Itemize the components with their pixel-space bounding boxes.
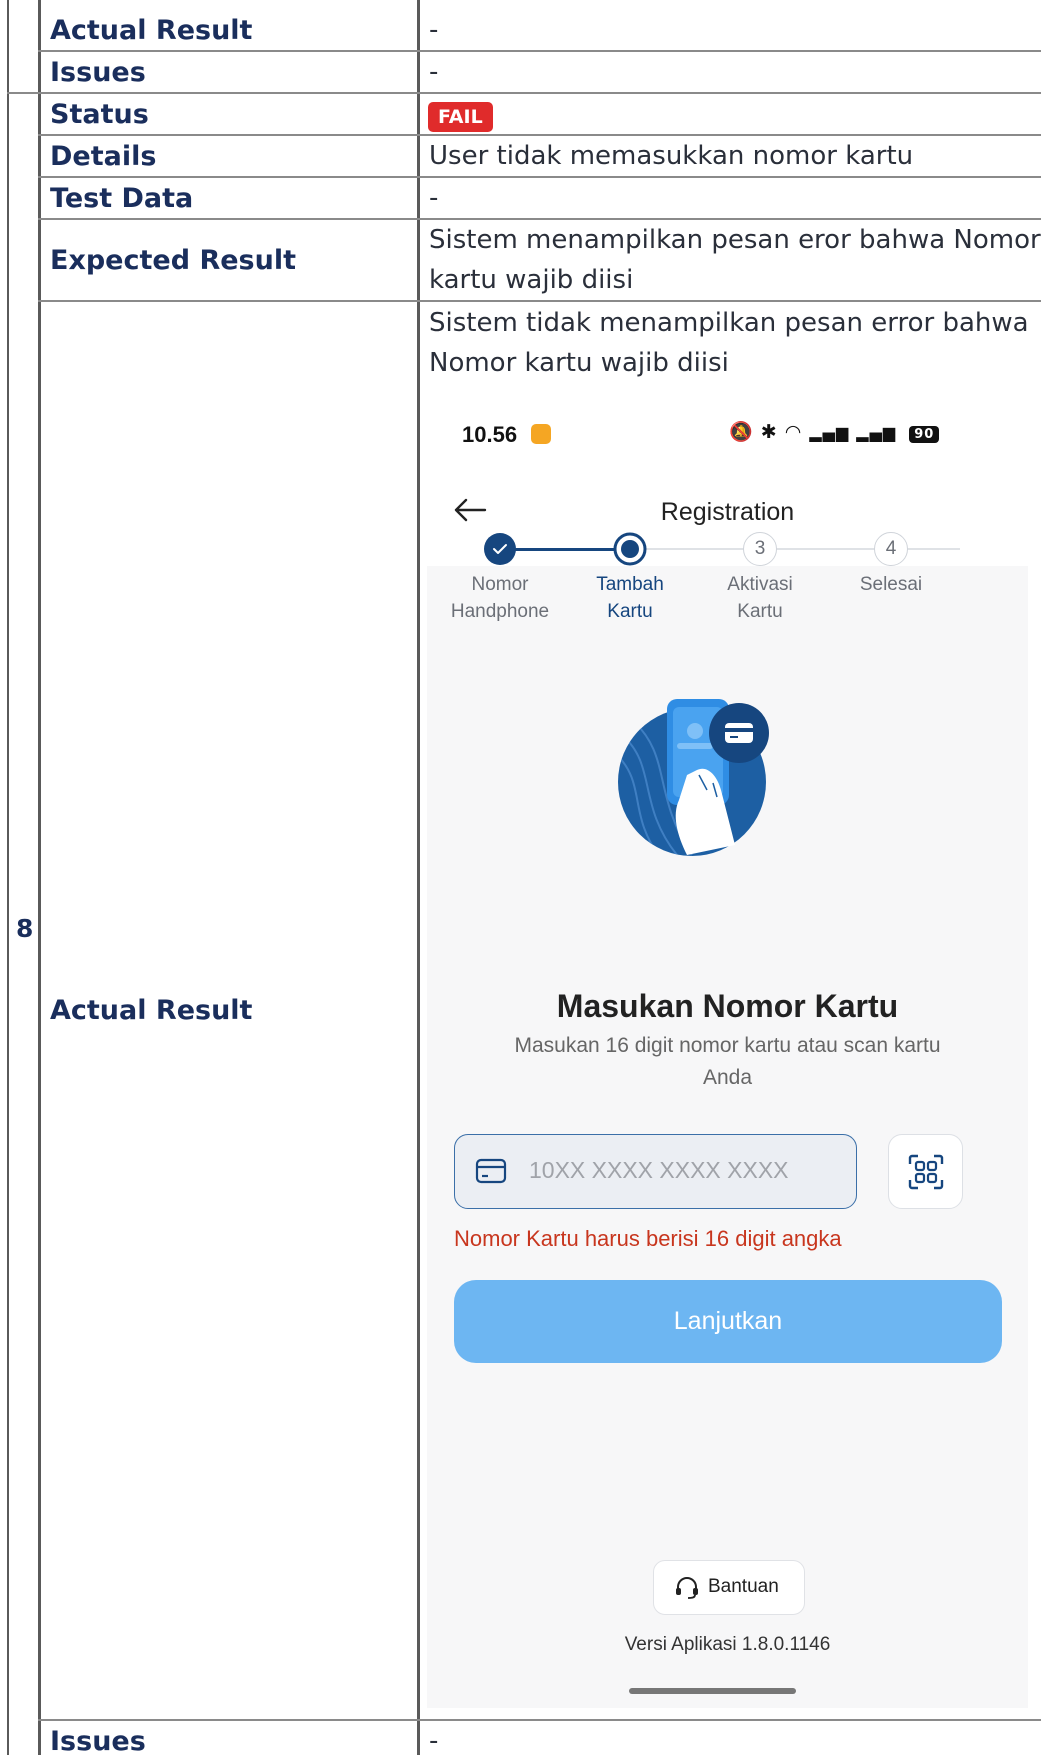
step-label-2-line1: Tambah [596, 574, 664, 595]
row-label-details: Details [50, 141, 157, 172]
continue-button[interactable]: Lanjutkan [454, 1280, 1002, 1363]
step-label-4: Selesai [821, 571, 961, 598]
row-value-expected-line1: Sistem menampilkan pesan eror bahwa Nomo… [429, 225, 1041, 255]
headset-icon [676, 1577, 698, 1599]
card-number-input[interactable]: 10XX XXXX XXXX XXXX [454, 1134, 857, 1209]
scan-qr-icon [908, 1154, 944, 1190]
step-label-4-line1: Selesai [859, 574, 923, 595]
row-divider [7, 92, 1041, 94]
stepper-line-done [500, 548, 630, 551]
row-value-issues-8: - [429, 1726, 439, 1756]
row-label-issues-8: Issues [50, 1726, 146, 1757]
app-screenshot: 10.56 🔕 ✱ ◠ ▂▄▆ ▂▄▆ 90 Registration 3 4 [427, 390, 1028, 1708]
row-label-actual-result-8: Actual Result [50, 995, 253, 1026]
row-value-test-data: - [429, 183, 439, 213]
step-label-2: Tambah Kartu [560, 571, 700, 625]
row-label-test-data: Test Data [50, 183, 194, 214]
card-icon [475, 1158, 507, 1184]
step-label-1: Nomor Handphone [430, 571, 570, 625]
step-label-1-line2: Handphone [450, 601, 550, 622]
step-number-4: 4 [874, 532, 908, 566]
app-version: Versi Aplikasi 1.8.0.1146 [624, 1634, 831, 1655]
step-label-3-line1: Aktivasi [727, 574, 793, 595]
bluetooth-icon: ✱ [760, 421, 778, 443]
status-time-text: 10.56 [462, 422, 518, 447]
stepper-line-pending [630, 548, 960, 550]
row-value-actual-result: - [429, 15, 439, 45]
screen-title: Registration [660, 498, 795, 526]
signal-icon: ▂▄▆ [809, 423, 850, 442]
row-label-expected-result: Expected Result [50, 245, 297, 276]
card-illustration [618, 699, 769, 856]
wifi-icon: ◠ [784, 421, 803, 443]
row-divider [38, 1719, 1041, 1721]
notification-icon [531, 424, 552, 444]
row-value-details: User tidak memasukkan nomor kartu [429, 141, 914, 171]
status-badge: FAIL [428, 102, 493, 132]
row-label-status: Status [50, 99, 149, 130]
signal-icon-2: ▂▄▆ [856, 423, 897, 442]
table-col-divider-1 [38, 0, 41, 1755]
table-col-divider-2 [417, 0, 420, 1755]
row-divider [38, 50, 1041, 52]
row-value-expected-line2: kartu wajib diisi [429, 265, 634, 295]
scan-card-button[interactable] [888, 1134, 963, 1209]
row-divider [38, 300, 1041, 302]
card-number-placeholder: 10XX XXXX XXXX XXXX [529, 1157, 789, 1183]
status-icons: 🔕 ✱ ◠ ▂▄▆ ▂▄▆ 90 [729, 420, 940, 443]
help-button[interactable]: Bantuan [653, 1560, 805, 1615]
card-number-subtext: Masukan 16 digit nomor kartu atau scan k… [514, 1034, 941, 1089]
app-top-bar: 10.56 🔕 ✱ ◠ ▂▄▆ ▂▄▆ 90 Registration [427, 390, 1028, 566]
card-number-heading: Masukan Nomor Kartu [556, 988, 899, 1024]
step-label-3-line2: Kartu [737, 601, 783, 622]
step-label-1-line1: Nomor [471, 574, 529, 595]
step-active-icon [613, 532, 647, 566]
row-label-issues: Issues [50, 57, 146, 88]
step-number-3: 3 [743, 532, 777, 566]
card-number-error: Nomor Kartu harus berisi 16 digit angka [454, 1226, 842, 1251]
row-value-issues: - [429, 57, 439, 87]
help-button-label: Bantuan [708, 1576, 779, 1597]
home-indicator [629, 1688, 796, 1694]
battery-icon: 90 [909, 426, 940, 443]
step-label-2-line2: Kartu [607, 601, 653, 622]
test-case-number: 8 [16, 914, 34, 943]
row-value-actual-line1: Sistem tidak menampilkan pesan error bah… [429, 308, 1029, 338]
table-left-border [7, 0, 9, 1755]
row-divider [38, 176, 1041, 178]
step-done-check-icon [484, 533, 516, 565]
step-label-3: Aktivasi Kartu [690, 571, 830, 625]
row-label-actual-result: Actual Result [50, 15, 253, 46]
row-value-actual-line2: Nomor kartu wajib diisi [429, 348, 729, 378]
status-time: 10.56 [462, 422, 552, 448]
mute-icon: 🔕 [729, 421, 754, 443]
